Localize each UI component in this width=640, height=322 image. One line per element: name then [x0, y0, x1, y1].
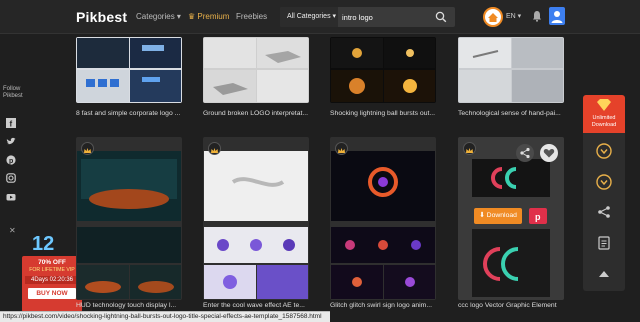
- thumbnail[interactable]: [203, 137, 309, 300]
- vip-download-icon[interactable]: [595, 142, 613, 160]
- card-caption[interactable]: Glitch glitch swirl sign logo anim...: [330, 302, 444, 309]
- thumbnail[interactable]: [76, 137, 182, 300]
- card-caption[interactable]: HUD technology touch display l...: [76, 302, 190, 309]
- youtube-icon[interactable]: [6, 192, 16, 202]
- premium-crown-icon: [208, 142, 221, 155]
- instagram-icon[interactable]: [6, 173, 16, 183]
- back-to-top-icon[interactable]: [595, 265, 613, 283]
- thumbnail[interactable]: [458, 37, 564, 103]
- unlimited-download-label: Unlimited Download: [591, 115, 617, 128]
- svg-text:p: p: [535, 212, 541, 222]
- unlimited-download-button[interactable]: Unlimited Download: [583, 95, 625, 133]
- premium-crown-icon: [81, 142, 94, 155]
- thumbnail[interactable]: [330, 137, 436, 300]
- right-tool-panel: Unlimited Download: [583, 95, 625, 291]
- nav-freebies[interactable]: Freebies: [236, 12, 267, 21]
- search-category-select[interactable]: All Categories ▾: [280, 7, 338, 27]
- card-caption[interactable]: ccc logo Vector Graphic Element: [458, 302, 572, 309]
- card-caption[interactable]: Technological sense of hand-pai...: [458, 110, 572, 117]
- thumbnail[interactable]: [330, 37, 436, 103]
- search-bar: All Categories ▾: [280, 7, 455, 27]
- site-logo[interactable]: Pikbest: [76, 9, 127, 25]
- follow-label: Follow Pikbest: [3, 86, 23, 99]
- premium-crown-icon: [335, 142, 348, 155]
- card-caption[interactable]: Shocking lightning ball bursts out...: [330, 110, 444, 117]
- card-caption[interactable]: Enter the cool wave effect AE te...: [203, 302, 317, 309]
- user-avatar[interactable]: [549, 7, 565, 25]
- promo-timer: 4Days 02:20:36: [25, 276, 79, 284]
- download-button[interactable]: ⬇ Download: [474, 208, 522, 224]
- document-icon[interactable]: [595, 234, 613, 252]
- search-input[interactable]: [342, 10, 430, 24]
- svg-text:f: f: [10, 120, 13, 129]
- vip-icon: [597, 99, 611, 111]
- promo-subtitle: FOR LIFETIME VIP: [29, 267, 75, 273]
- top-header: Pikbest Categories ▾ ♛ Premium Freebies …: [0, 0, 640, 34]
- nav-premium[interactable]: ♛ Premium: [188, 12, 229, 21]
- pinterest-save-button[interactable]: p: [529, 208, 547, 224]
- card-caption[interactable]: Ground broken LOGO interpretat...: [203, 110, 317, 117]
- search-icon[interactable]: [435, 11, 447, 23]
- share-icon[interactable]: [516, 144, 534, 162]
- facebook-icon[interactable]: f: [6, 118, 16, 128]
- vip-crown-icon[interactable]: [595, 173, 613, 191]
- promo-number: 12: [32, 233, 55, 255]
- card-caption[interactable]: 8 fast and simple corporate logo ...: [76, 110, 190, 117]
- twitter-icon[interactable]: [6, 137, 16, 147]
- nav-categories[interactable]: Categories ▾: [136, 12, 181, 21]
- thumbnail[interactable]: [203, 37, 309, 103]
- thumbnail[interactable]: [76, 37, 182, 103]
- promo-discount: 70% OFF: [38, 259, 66, 266]
- share-icon[interactable]: [595, 203, 613, 221]
- language-select[interactable]: EN ▾: [506, 12, 521, 20]
- close-follow-icon[interactable]: ✕: [9, 226, 16, 235]
- notification-bell-icon[interactable]: [532, 10, 542, 22]
- buy-now-button[interactable]: BUY NOW: [28, 288, 76, 299]
- browser-status-url: https://pikbest.com/video/shocking-light…: [0, 311, 330, 322]
- premium-crown-icon: [463, 142, 476, 155]
- pinterest-icon[interactable]: p: [6, 155, 16, 165]
- promo-box: 70% OFF FOR LIFETIME VIP 4Days 02:20:36 …: [22, 256, 82, 312]
- favorite-heart-icon[interactable]: [540, 144, 558, 162]
- home-icon[interactable]: [483, 7, 503, 27]
- svg-text:p: p: [9, 158, 13, 165]
- promo-banner[interactable]: 12 70% OFF FOR LIFETIME VIP 4Days 02:20:…: [22, 230, 82, 314]
